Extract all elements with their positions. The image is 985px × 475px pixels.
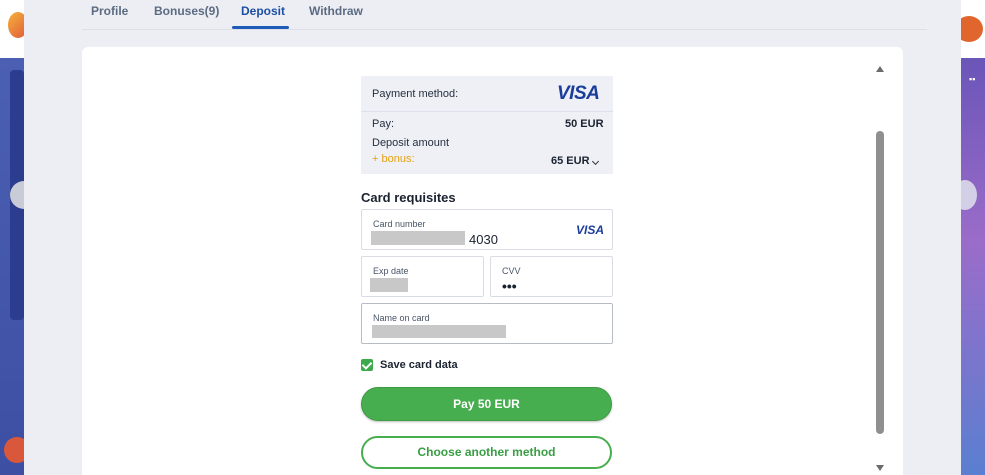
- pay-value: 50 EUR: [565, 118, 604, 130]
- exp-date-field[interactable]: Exp date: [361, 256, 484, 297]
- scroll-thumb[interactable]: [876, 131, 884, 434]
- save-card-label[interactable]: Save card data: [380, 359, 458, 371]
- name-on-card-label: Name on card: [373, 313, 430, 323]
- card-number-last4: 4030: [469, 232, 498, 247]
- deposit-amount-value[interactable]: 65 EUR: [551, 155, 590, 167]
- card-number-label: Card number: [373, 219, 426, 229]
- scroll-up-icon[interactable]: [876, 66, 884, 72]
- tab-bonuses[interactable]: Bonuses(9): [154, 4, 219, 18]
- scrollbar[interactable]: [873, 62, 887, 475]
- pay-button[interactable]: Pay 50 EUR: [361, 387, 612, 421]
- payment-summary: Payment method: VISA Pay: 50 EUR Deposit…: [361, 76, 613, 174]
- card-number-field[interactable]: Card number 4030 VISA: [361, 209, 613, 250]
- choose-another-method-button[interactable]: Choose another method: [361, 436, 612, 469]
- save-card-checkbox[interactable]: [361, 359, 373, 371]
- name-on-card-field[interactable]: Name on card: [361, 303, 613, 344]
- bonus-label: + bonus:: [372, 153, 415, 165]
- payment-method-row: Payment method: VISA: [361, 76, 613, 112]
- cvv-value: •••: [502, 278, 517, 294]
- exp-date-masked: [370, 278, 408, 292]
- account-tabs: Profile Bonuses(9) Deposit Withdraw: [82, 0, 927, 30]
- visa-card-icon: VISA: [576, 223, 605, 237]
- tab-profile[interactable]: Profile: [91, 4, 128, 18]
- tab-deposit[interactable]: Deposit: [241, 4, 285, 18]
- cvv-label: CVV: [502, 266, 521, 276]
- scroll-down-icon[interactable]: [876, 465, 884, 471]
- menu-icon[interactable]: ▪▪: [969, 74, 979, 84]
- active-tab-indicator: [232, 26, 289, 29]
- account-modal: Profile Bonuses(9) Deposit Withdraw Paym…: [24, 0, 961, 475]
- cvv-field[interactable]: CVV •••: [490, 256, 613, 297]
- tab-withdraw[interactable]: Withdraw: [309, 4, 363, 18]
- visa-logo-icon: VISA: [557, 83, 600, 104]
- chevron-down-icon[interactable]: [591, 157, 600, 166]
- payment-method-label: Payment method:: [372, 88, 459, 100]
- background-right: ▪▪: [953, 0, 985, 475]
- pay-label: Pay:: [372, 118, 395, 130]
- background-left: [0, 0, 38, 475]
- card-number-masked: [371, 231, 465, 245]
- name-on-card-masked: [372, 325, 506, 338]
- exp-date-label: Exp date: [373, 266, 409, 276]
- card-requisites-title: Card requisites: [361, 190, 456, 205]
- deposit-amount-label: Deposit amount: [372, 137, 450, 149]
